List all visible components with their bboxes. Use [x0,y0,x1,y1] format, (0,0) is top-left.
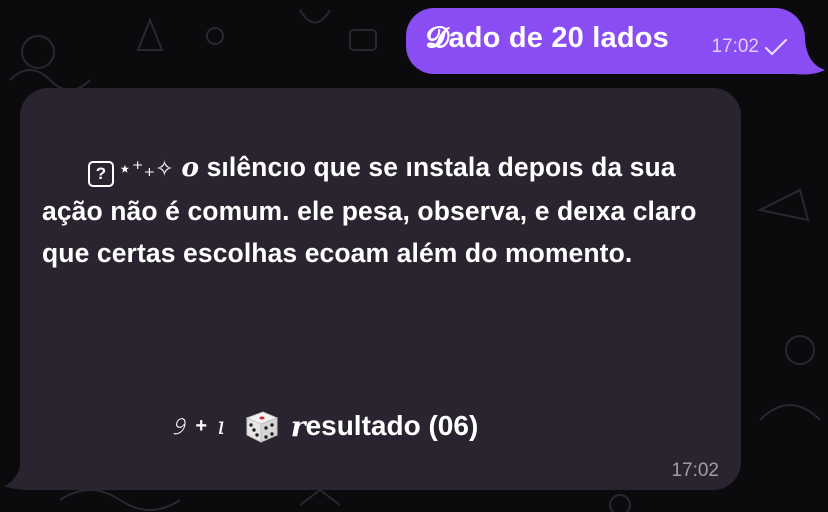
result-plus: + [195,414,208,437]
message-first-word: 𝒐 [181,152,200,183]
result-decoration-2: ı [217,412,225,440]
outgoing-message-text: 𝓓ado de 20 lados [426,22,670,54]
outgoing-message-time: 17:02 [711,36,759,57]
single-check-icon [764,38,788,56]
dice-icon [245,411,279,443]
result-decoration: 𝟿 [170,412,186,440]
sparkle-decoration: ⋆⁺₊✧ [118,156,174,181]
incoming-message-body: ? ⋆⁺₊✧ 𝒐 sılêncıo que se ınstala depoıs d… [42,146,727,274]
dice-result-line: 𝟿 + ı 𝒓 esultado (06) [170,406,478,446]
outgoing-message-bubble[interactable]: 𝓓ado de 20 lados 17:02 [406,8,805,74]
outgoing-message-meta: 17:02 [711,36,789,58]
unknown-glyph-icon: ? [88,161,114,187]
result-initial: 𝒓 [290,409,306,443]
incoming-message-bubble[interactable]: ? ⋆⁺₊✧ 𝒐 sılêncıo que se ınstala depoıs d… [20,88,741,490]
result-text: esultado (06) [305,410,479,441]
incoming-message-time: 17:02 [671,460,719,481]
